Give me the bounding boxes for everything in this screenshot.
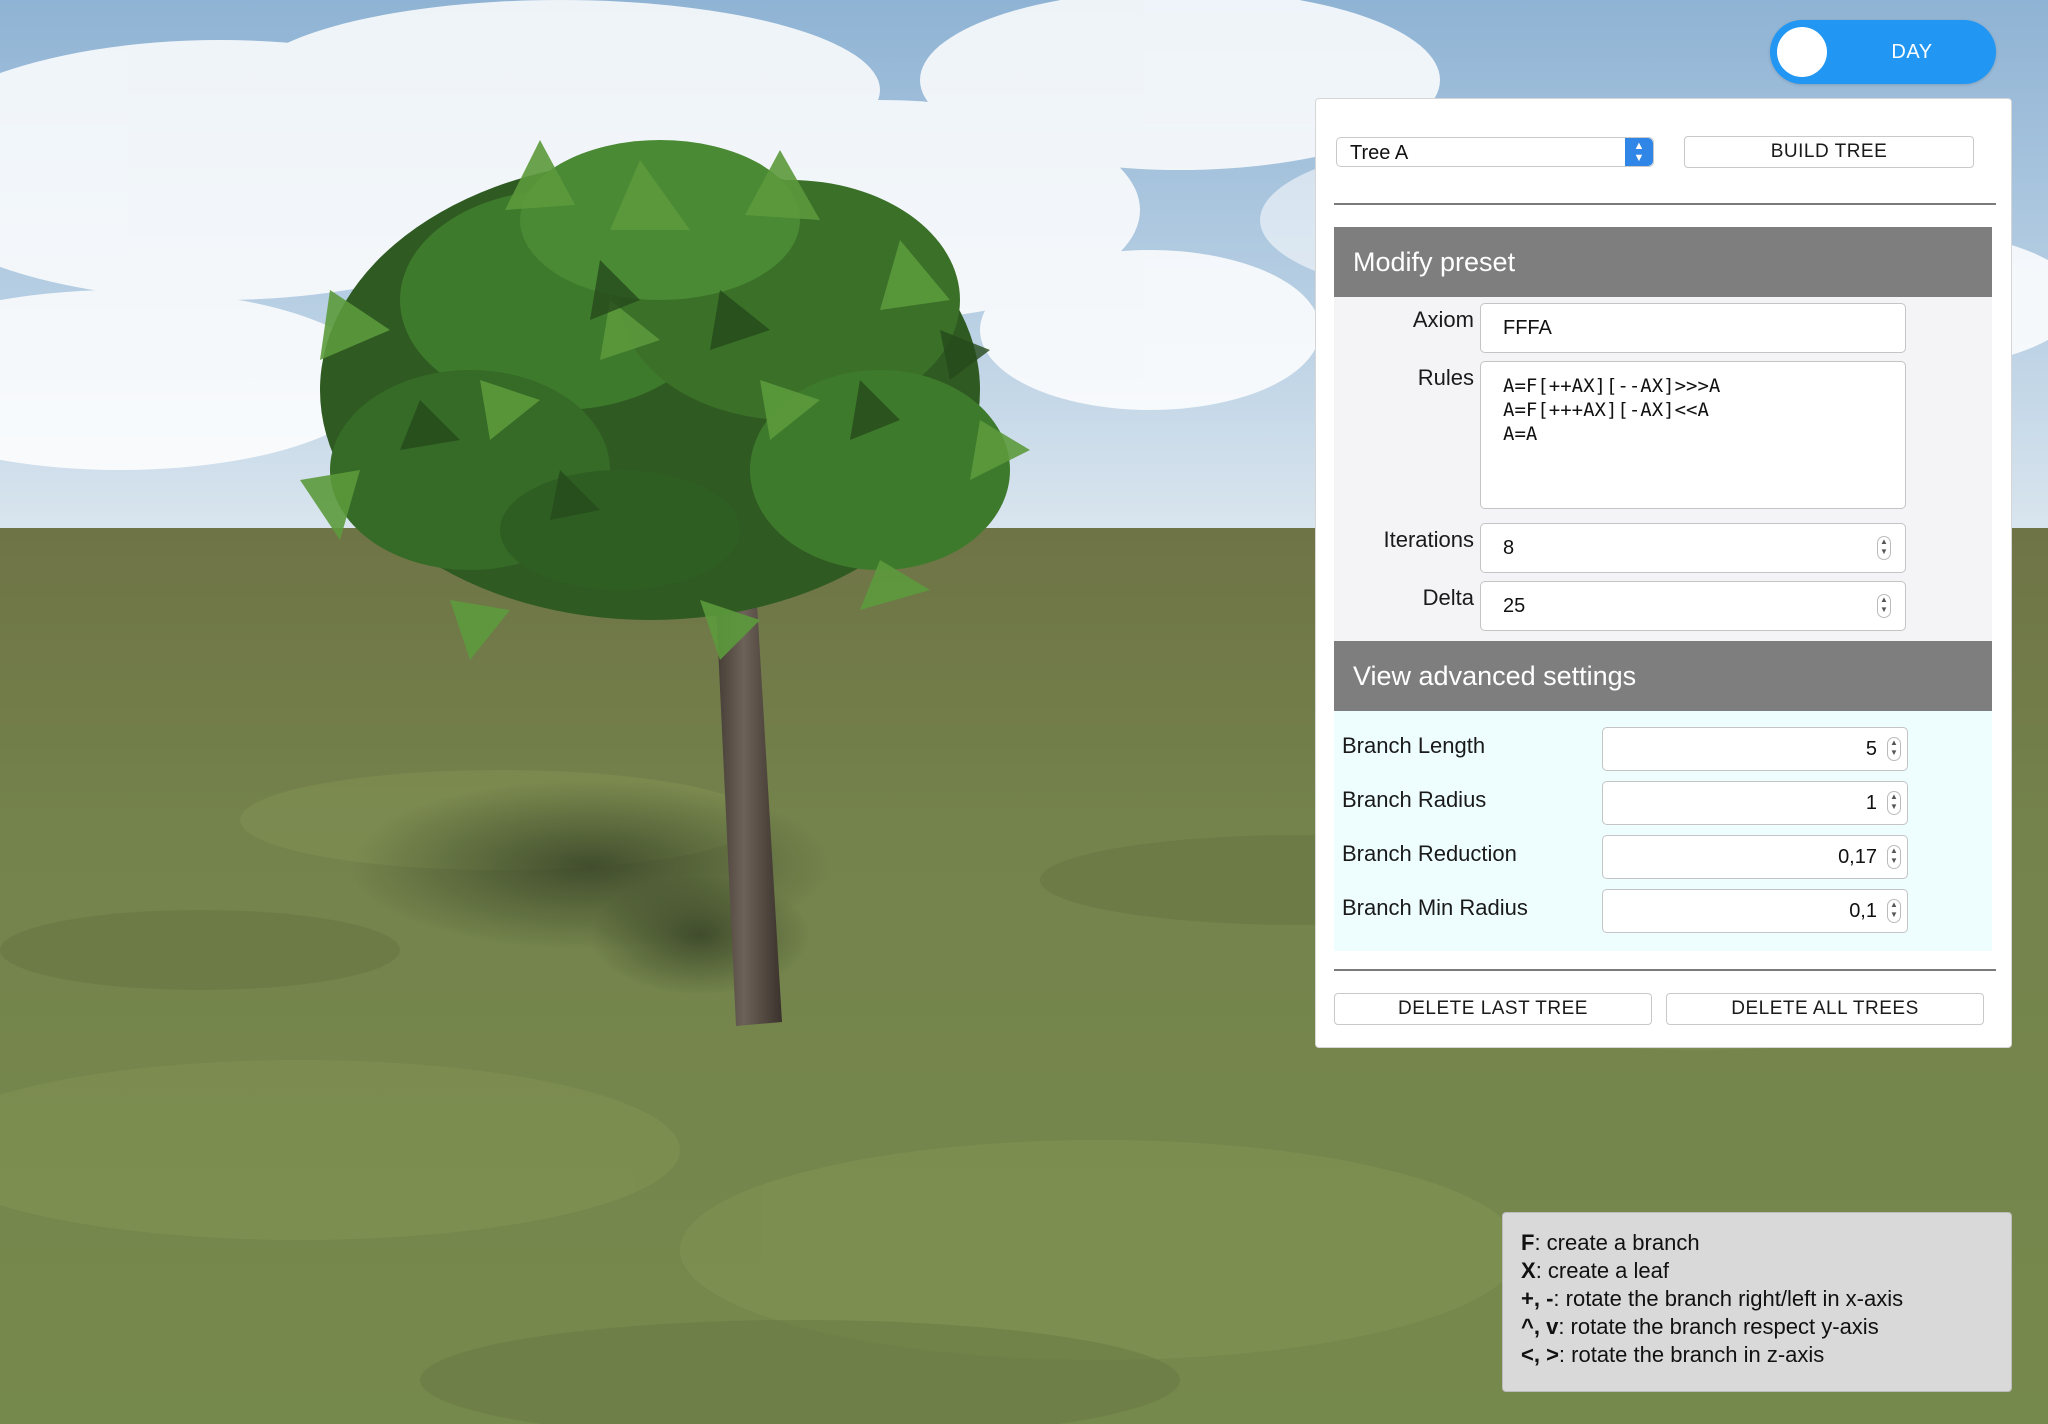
branch-reduction-input[interactable]: 0,17 ▲ ▼ (1602, 835, 1908, 879)
delete-all-trees-button[interactable]: DELETE ALL TREES (1666, 993, 1984, 1025)
legend-text: : create a leaf (1535, 1258, 1669, 1283)
spinner-icon[interactable]: ▲ ▼ (1887, 737, 1901, 761)
day-night-toggle[interactable]: DAY (1770, 20, 1996, 84)
controls-legend: F: create a branch X: create a leaf +, -… (1502, 1212, 2012, 1392)
axiom-value: FFFA (1503, 317, 1552, 339)
legend-text: : rotate the branch respect y-axis (1558, 1314, 1879, 1339)
legend-text: : rotate the branch in z-axis (1558, 1342, 1825, 1367)
branch-reduction-value: 0,17 (1838, 846, 1877, 868)
rule-line: A=F[+++AX][-AX]<<A (1503, 399, 1709, 421)
branch-radius-value: 1 (1865, 792, 1877, 814)
advanced-settings-section: Branch Length 5 ▲ ▼ Branch Radius 1 ▲ ▼ Br… (1334, 711, 1992, 951)
iterations-label: Iterations (1383, 527, 1475, 552)
branch-length-input[interactable]: 5 ▲ ▼ (1602, 727, 1908, 771)
rule-line: A=A (1503, 423, 1538, 445)
legend-item: F: create a branch (1521, 1229, 1993, 1257)
spinner-icon[interactable]: ▲ ▼ (1887, 791, 1901, 815)
legend-key: X (1521, 1258, 1536, 1283)
select-arrows-icon: ▲ ▼ (1625, 138, 1653, 166)
control-panel: Tree A ▲ ▼ BUILD TREE Modify preset Axiom… (1315, 98, 2012, 1048)
delta-label: Delta (1422, 585, 1474, 610)
modify-preset-header[interactable]: Modify preset (1334, 227, 1992, 297)
branch-min-radius-label: Branch Min Radius (1342, 895, 1528, 920)
rule-line: A=F[++AX][--AX]>>>A (1503, 375, 1721, 397)
legend-key: ^, v (1521, 1314, 1559, 1339)
spinner-icon[interactable]: ▲ ▼ (1877, 536, 1891, 560)
axiom-label: Axiom (1412, 307, 1474, 332)
divider (1334, 969, 1996, 971)
branch-reduction-label: Branch Reduction (1342, 841, 1517, 866)
delete-last-tree-button[interactable]: DELETE LAST TREE (1334, 993, 1652, 1025)
legend-item: <, >: rotate the branch in z-axis (1521, 1341, 1993, 1369)
branch-min-radius-value: 0,1 (1849, 900, 1877, 922)
legend-item: ^, v: rotate the branch respect y-axis (1521, 1313, 1993, 1341)
toggle-knob (1777, 27, 1827, 77)
delta-input[interactable]: 25 ▲ ▼ (1480, 581, 1906, 631)
legend-item: X: create a leaf (1521, 1257, 1993, 1285)
rules-value: A=F[++AX][--AX]>>>A A=F[+++AX][-AX]<<A A=A (1503, 374, 1720, 446)
preset-select-value: Tree A (1350, 142, 1409, 164)
axiom-input[interactable]: FFFA (1480, 303, 1906, 353)
legend-text: : create a branch (1534, 1230, 1700, 1255)
modify-preset-section: Axiom FFFA Rules A=F[++AX][--AX]>>>A A=F[… (1334, 297, 1992, 641)
branch-radius-input[interactable]: 1 ▲ ▼ (1602, 781, 1908, 825)
branch-radius-label: Branch Radius (1342, 787, 1487, 812)
branch-length-value: 5 (1865, 738, 1877, 760)
toggle-label: DAY (1891, 41, 1933, 63)
spinner-icon[interactable]: ▲ ▼ (1887, 845, 1901, 869)
iterations-input[interactable]: 8 ▲ ▼ (1480, 523, 1906, 573)
preset-select[interactable]: Tree A ▲ ▼ (1336, 137, 1654, 167)
spinner-icon[interactable]: ▲ ▼ (1887, 899, 1901, 923)
rules-label: Rules (1417, 365, 1474, 390)
spinner-icon[interactable]: ▲ ▼ (1877, 594, 1891, 618)
iterations-value: 8 (1503, 537, 1515, 559)
legend-text: : rotate the branch right/left in x-axis (1553, 1286, 1904, 1311)
legend-item: +, -: rotate the branch right/left in x-… (1521, 1285, 1993, 1313)
legend-key: +, - (1521, 1286, 1554, 1311)
legend-key: <, > (1521, 1342, 1559, 1367)
branch-min-radius-input[interactable]: 0,1 ▲ ▼ (1602, 889, 1908, 933)
divider (1334, 203, 1996, 205)
build-tree-button[interactable]: BUILD TREE (1684, 136, 1974, 168)
branch-length-label: Branch Length (1342, 733, 1486, 758)
advanced-settings-header[interactable]: View advanced settings (1334, 641, 1992, 711)
legend-key: F (1521, 1230, 1535, 1255)
delta-value: 25 (1503, 595, 1526, 617)
rules-textarea[interactable]: A=F[++AX][--AX]>>>A A=F[+++AX][-AX]<<A A=A (1480, 361, 1906, 509)
